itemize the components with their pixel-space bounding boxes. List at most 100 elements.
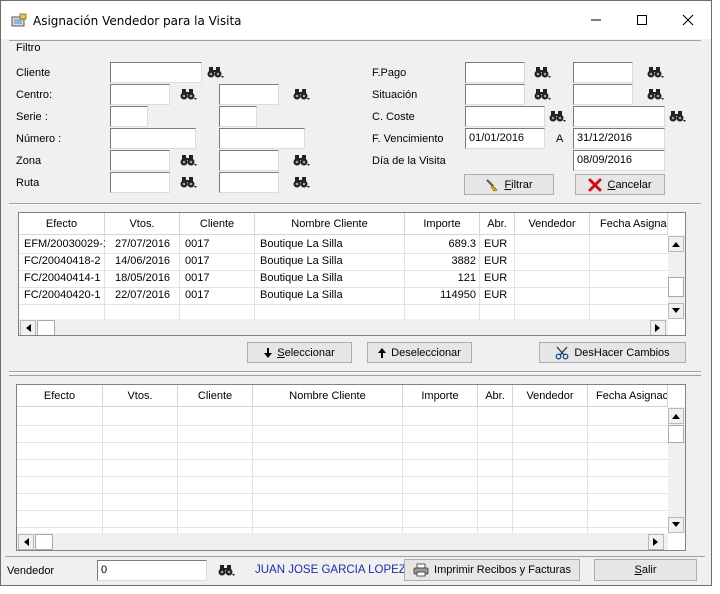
table-row[interactable]: FC/20040414-1 18/05/2016 0017 Boutique L… xyxy=(19,270,668,287)
fvencimiento-label: F. Vencimiento xyxy=(372,133,444,145)
maximize-button[interactable] xyxy=(619,1,665,39)
close-icon xyxy=(682,14,694,26)
minimize-icon xyxy=(591,19,601,21)
zona-to-input[interactable] xyxy=(219,150,279,171)
cell-importe: 114950 xyxy=(440,289,476,301)
deseleccionar-button[interactable]: Deseleccionar xyxy=(367,342,472,363)
numero-label: Número : xyxy=(16,133,62,145)
table-row[interactable]: FC/20040418-2 14/06/2016 0017 Boutique L… xyxy=(19,253,668,270)
scroll-thumb[interactable] xyxy=(668,425,684,443)
title-bar[interactable]: Asignación Vendedor para la Visita xyxy=(1,1,711,39)
ccoste-to-input[interactable] xyxy=(573,106,665,127)
deshacer-cambios-button[interactable]: DesHacer Cambios xyxy=(539,342,686,363)
pending-effects-grid[interactable]: Efecto Vtos. Cliente Nombre Cliente Impo… xyxy=(18,212,686,336)
seleccionar-button[interactable]: Seleccionar xyxy=(247,342,352,363)
imprimir-button[interactable]: Imprimir Recibos y Facturas xyxy=(404,559,580,581)
fvencimiento-from-input[interactable]: 01/01/2016 xyxy=(465,128,545,149)
column-header[interactable]: Abr. xyxy=(480,213,515,235)
column-header[interactable]: Nombre Cliente xyxy=(255,213,405,235)
cell-vtos: 18/05/2016 xyxy=(115,272,171,284)
binoculars-icon[interactable] xyxy=(534,87,552,101)
binoculars-icon[interactable] xyxy=(647,87,665,101)
binoculars-icon[interactable] xyxy=(647,65,665,79)
column-header[interactable]: Fecha Asignac xyxy=(588,385,668,407)
numero-from-input[interactable] xyxy=(110,128,196,149)
cell-abr: EUR xyxy=(484,255,508,267)
binoculars-icon[interactable] xyxy=(549,109,567,123)
scroll-down-button[interactable] xyxy=(668,517,684,533)
scroll-up-button[interactable] xyxy=(668,236,684,252)
column-header[interactable]: Importe xyxy=(405,213,480,235)
centro-from-input[interactable] xyxy=(110,84,170,105)
cell-cliente: 0017 xyxy=(185,255,210,267)
table-row[interactable]: EFM/20030029-1 27/07/2016 0017 Boutique … xyxy=(19,236,668,253)
scroll-down-button[interactable] xyxy=(668,303,684,319)
binoculars-icon[interactable] xyxy=(180,175,198,189)
fpago-from-input[interactable] xyxy=(465,62,525,83)
divider xyxy=(5,556,705,557)
situacion-from-input[interactable] xyxy=(465,84,525,105)
cell-importe: 689.3 xyxy=(448,238,476,250)
column-header[interactable]: Vtos. xyxy=(105,213,180,235)
ruta-label: Ruta xyxy=(16,177,40,189)
column-header[interactable]: Vendedor xyxy=(515,213,590,235)
column-header[interactable]: Efecto xyxy=(19,213,105,235)
salir-button[interactable]: Salir xyxy=(594,559,697,581)
centro-to-input[interactable] xyxy=(219,84,279,105)
scroll-up-button[interactable] xyxy=(668,408,684,424)
serie-from-input[interactable] xyxy=(110,106,148,127)
ruta-to-input[interactable] xyxy=(219,172,279,193)
column-header[interactable]: Nombre Cliente xyxy=(253,385,403,407)
scroll-thumb[interactable] xyxy=(668,277,684,297)
binoculars-icon[interactable] xyxy=(293,153,311,167)
column-header[interactable]: Vendedor xyxy=(513,385,588,407)
cell-efecto: FC/20040418-2 xyxy=(24,255,101,267)
binoculars-icon[interactable] xyxy=(218,563,236,577)
binoculars-icon[interactable] xyxy=(669,109,687,123)
vendedor-input[interactable]: 0 xyxy=(97,560,207,581)
cliente-input[interactable] xyxy=(110,62,202,83)
column-header[interactable]: Fecha Asigna xyxy=(590,213,668,235)
scroll-thumb[interactable] xyxy=(37,320,55,335)
scroll-right-button[interactable] xyxy=(650,320,666,335)
numero-to-input[interactable] xyxy=(219,128,305,149)
cliente-label: Cliente xyxy=(16,67,51,79)
horizontal-scrollbar[interactable] xyxy=(19,319,668,335)
column-header[interactable]: Importe xyxy=(403,385,478,407)
dia-visita-input[interactable]: 08/09/2016 xyxy=(573,150,665,171)
filtrar-button[interactable]: Filtrar xyxy=(464,174,554,195)
horizontal-scrollbar[interactable] xyxy=(17,533,668,550)
zona-from-input[interactable] xyxy=(110,150,170,171)
scroll-thumb[interactable] xyxy=(35,534,53,550)
situacion-to-input[interactable] xyxy=(573,84,633,105)
binoculars-icon[interactable] xyxy=(180,153,198,167)
cell-nombre: Boutique La Silla xyxy=(260,238,343,250)
vendedor-label: Vendedor xyxy=(7,565,55,577)
column-header[interactable]: Cliente xyxy=(180,213,255,235)
cancelar-button[interactable]: Cancelar xyxy=(575,174,665,195)
binoculars-icon[interactable] xyxy=(180,87,198,101)
table-row[interactable]: FC/20040420-1 22/07/2016 0017 Boutique L… xyxy=(19,287,668,304)
arrow-down-icon xyxy=(672,308,680,313)
ruta-from-input[interactable] xyxy=(110,172,170,193)
binoculars-icon[interactable] xyxy=(207,65,225,79)
binoculars-icon[interactable] xyxy=(293,175,311,189)
binoculars-icon[interactable] xyxy=(293,87,311,101)
binoculars-icon[interactable] xyxy=(534,65,552,79)
column-header[interactable]: Cliente xyxy=(178,385,253,407)
scroll-right-button[interactable] xyxy=(648,534,664,550)
fvencimiento-to-input[interactable]: 31/12/2016 xyxy=(573,128,665,149)
minimize-button[interactable] xyxy=(573,1,619,39)
column-header[interactable]: Vtos. xyxy=(103,385,178,407)
serie-to-input[interactable] xyxy=(219,106,257,127)
arrow-right-icon xyxy=(655,324,660,332)
fpago-to-input[interactable] xyxy=(573,62,633,83)
assigned-effects-grid[interactable]: Efecto Vtos. Cliente Nombre Cliente Impo… xyxy=(16,384,686,551)
scroll-left-button[interactable] xyxy=(20,320,36,335)
scroll-left-button[interactable] xyxy=(18,534,34,550)
column-header[interactable]: Abr. xyxy=(478,385,513,407)
arrow-up-icon xyxy=(672,414,680,419)
column-header[interactable]: Efecto xyxy=(17,385,103,407)
ccoste-from-input[interactable] xyxy=(465,106,545,127)
close-button[interactable] xyxy=(665,1,711,39)
